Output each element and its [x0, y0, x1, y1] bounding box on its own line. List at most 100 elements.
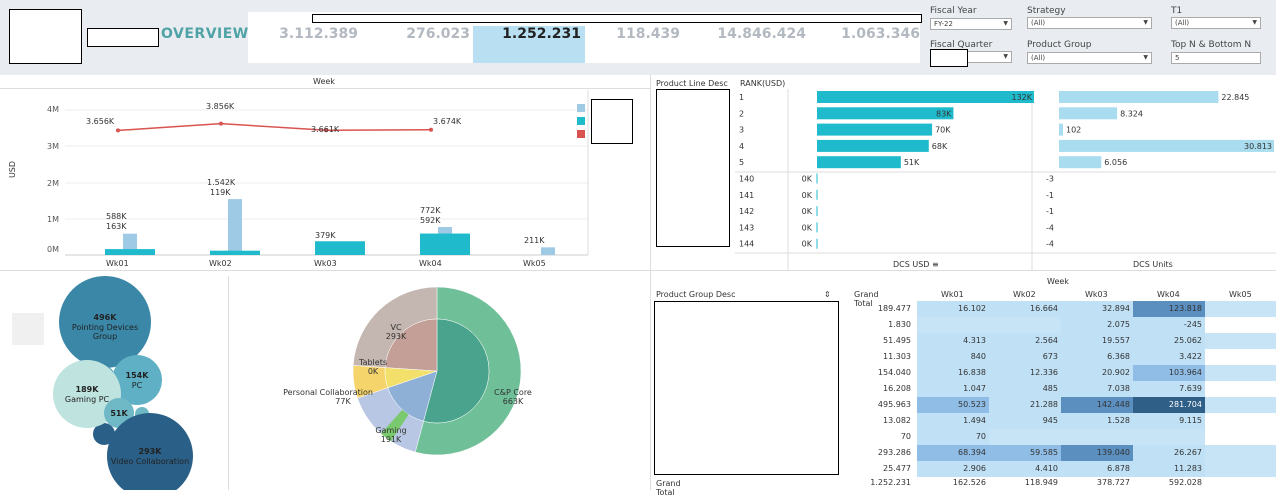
heatmap-cell[interactable]: 1.830 — [840, 317, 914, 333]
heatmap-cell[interactable]: 7.038 — [1061, 381, 1133, 397]
rank-value: 3 — [739, 126, 744, 135]
heatmap-cell[interactable] — [1205, 365, 1276, 381]
pie-label-value: 191K — [381, 435, 402, 444]
dcs-units-header: DCS Units — [1133, 260, 1173, 269]
heatmap-cell[interactable]: 16.838 — [917, 365, 989, 381]
heatmap-cell[interactable]: 16.664 — [989, 301, 1061, 317]
usd-bar — [817, 139, 929, 152]
units-label: -4 — [1046, 240, 1054, 249]
heatmap-cell[interactable]: 123.818 — [1133, 301, 1205, 317]
heatmap-cell[interactable]: 4.313 — [917, 333, 989, 349]
rank-value: 142 — [739, 207, 754, 216]
heatmap-cell[interactable]: 6.368 — [1061, 349, 1133, 365]
heatmap-cell[interactable]: 13.082 — [840, 413, 914, 429]
heatmap-cell[interactable]: 7.639 — [1133, 381, 1205, 397]
heatmap-cell[interactable]: 1.528 — [1061, 413, 1133, 429]
heatmap-cell[interactable] — [1205, 333, 1276, 349]
heatmap-cell[interactable]: 16.208 — [840, 381, 914, 397]
heatmap-cell[interactable]: 59.585 — [989, 445, 1061, 461]
grand-total-cell: 162.526 — [952, 478, 986, 487]
heatmap-cell[interactable] — [1133, 429, 1205, 445]
heatmap-cell[interactable] — [1205, 301, 1276, 317]
heatmap-cell[interactable]: 50.523 — [917, 397, 989, 413]
heatmap-cell[interactable]: 139.040 — [1061, 445, 1133, 461]
heatmap-cell[interactable]: 12.336 — [989, 365, 1061, 381]
heatmap-cell[interactable]: 3.422 — [1133, 349, 1205, 365]
sort-icon[interactable]: ≡ — [932, 260, 939, 269]
dcs-usd-title: DCS USD — [893, 260, 930, 269]
heatmap-cell[interactable]: 495.963 — [840, 397, 914, 413]
usd-label: 0K — [802, 207, 813, 216]
heatmap-cell[interactable]: 1.494 — [917, 413, 989, 429]
heatmap-cell[interactable]: 70 — [840, 429, 914, 445]
heatmap-col-header: Wk05 — [1229, 290, 1252, 299]
heatmap-cell[interactable] — [1205, 317, 1276, 333]
heatmap-cell[interactable]: 103.964 — [1133, 365, 1205, 381]
heatmap-cell[interactable] — [1205, 429, 1276, 445]
units-label: -4 — [1046, 223, 1054, 232]
usd-bar — [817, 107, 954, 120]
heatmap-cell[interactable]: 281.704 — [1133, 397, 1205, 413]
heatmap-cell[interactable]: 16.102 — [917, 301, 989, 317]
heatmap-cell[interactable] — [1205, 349, 1276, 365]
units-bar — [1059, 139, 1274, 152]
heatmap-cell[interactable]: 25.062 — [1133, 333, 1205, 349]
heatmap-cell[interactable]: 293.286 — [840, 445, 914, 461]
heatmap-cell[interactable]: 70 — [917, 429, 989, 445]
heatmap-cell[interactable]: 11.303 — [840, 349, 914, 365]
heatmap-cell[interactable] — [1205, 397, 1276, 413]
pie-label-name: C&P Core — [494, 388, 532, 397]
rank-value: 141 — [739, 191, 754, 200]
heatmap-cell[interactable]: 945 — [989, 413, 1061, 429]
heatmap-cell[interactable]: 68.394 — [917, 445, 989, 461]
bubble-label: PC — [132, 381, 143, 390]
heatmap-cell[interactable] — [1205, 445, 1276, 461]
heatmap-cell[interactable]: 189.477 — [840, 301, 914, 317]
heatmap-cell[interactable]: 840 — [917, 349, 989, 365]
heatmap-week-title: Week — [1047, 277, 1069, 286]
heatmap-cell[interactable] — [1061, 429, 1133, 445]
pie-label-value: 77K — [335, 397, 351, 406]
grand-total-cell: 1.252.231 — [870, 478, 911, 487]
heatmap-cell[interactable]: 154.040 — [840, 365, 914, 381]
heatmap-cell[interactable]: 2.075 — [1061, 317, 1133, 333]
heatmap-cell[interactable]: 142.448 — [1061, 397, 1133, 413]
heatmap-cell[interactable] — [1205, 381, 1276, 397]
heatmap-cell[interactable] — [989, 429, 1061, 445]
units-bar — [1059, 91, 1219, 103]
heatmap-cell[interactable]: 2.564 — [989, 333, 1061, 349]
heatmap-cell[interactable]: 485 — [989, 381, 1061, 397]
units-label: 102 — [1066, 126, 1081, 135]
usd-label: 0K — [802, 175, 813, 184]
bubble-label: Gaming PC — [65, 395, 110, 404]
sort-icon[interactable]: ⇕ — [824, 290, 831, 299]
heatmap-cell[interactable] — [989, 317, 1061, 333]
heatmap-cell[interactable]: 673 — [989, 349, 1061, 365]
heatmap-cell[interactable] — [917, 317, 989, 333]
rank-value: 2 — [739, 109, 744, 118]
rank-value: 143 — [739, 223, 754, 232]
heatmap-cell[interactable]: 21.288 — [989, 397, 1061, 413]
pie-label-value: 663K — [503, 397, 524, 406]
units-label: -1 — [1046, 191, 1054, 200]
heatmap-cell[interactable]: 26.267 — [1133, 445, 1205, 461]
dcs-usd-header[interactable]: DCS USD ≡ — [893, 260, 939, 269]
bubble-value: 154K — [126, 371, 150, 380]
heatmap-cell[interactable]: -245 — [1133, 317, 1205, 333]
heatmap-cell[interactable]: 51.495 — [840, 333, 914, 349]
bubble-label: Pointing Devices — [72, 323, 138, 332]
heatmap-cell[interactable] — [1205, 413, 1276, 429]
usd-label: 0K — [802, 240, 813, 249]
heatmap-cell[interactable]: 1.047 — [917, 381, 989, 397]
units-bar — [1059, 123, 1063, 136]
heatmap-cell[interactable]: 20.902 — [1061, 365, 1133, 381]
usd-label: 68K — [932, 142, 948, 151]
grand-total-cell: 118.949 — [1024, 478, 1058, 487]
usd-label: 70K — [935, 126, 951, 135]
heatmap-cell[interactable]: 32.894 — [1061, 301, 1133, 317]
heatmap-cell[interactable]: 9.115 — [1133, 413, 1205, 429]
rank-chart-svg: 1 132K 22.845 2 83K 8.324 3 70K 102 4 68K 30.813 5 51… — [735, 89, 1276, 270]
heatmap-cell[interactable]: 19.557 — [1061, 333, 1133, 349]
grand-total-cell: 378.727 — [1096, 478, 1130, 487]
usd-label: 132K — [1011, 93, 1032, 102]
